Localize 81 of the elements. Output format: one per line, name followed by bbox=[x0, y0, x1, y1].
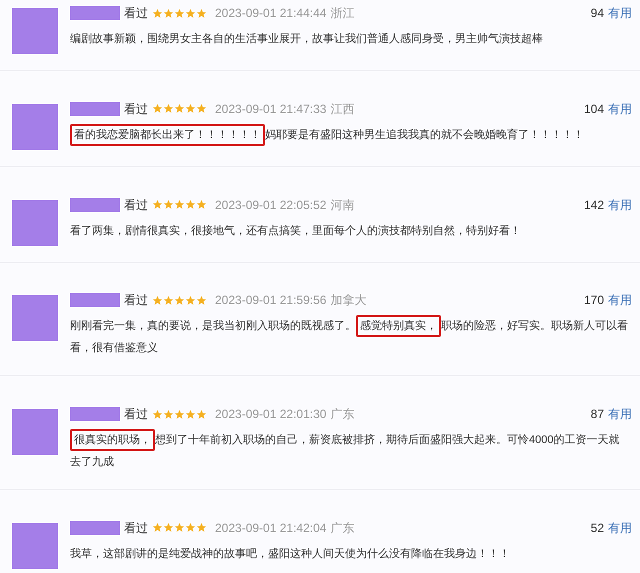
vote-count: 87 bbox=[590, 406, 604, 424]
redaction-block bbox=[70, 293, 120, 308]
star-icon bbox=[174, 103, 185, 114]
redaction-block bbox=[70, 520, 120, 535]
star-icon bbox=[185, 103, 196, 114]
highlight-box: 很真实的职场， bbox=[70, 429, 155, 452]
useful-link[interactable]: 有用 bbox=[608, 518, 632, 537]
review-time: 2023-09-01 21:44:44 bbox=[215, 5, 326, 22]
star-icon bbox=[174, 199, 185, 210]
review-location: 广东 bbox=[330, 520, 354, 537]
review-text: 我草，这部剧讲的是纯爱战神的故事吧，盛阳这种人间天使为什么没有降临在我身边！！！ bbox=[70, 546, 511, 562]
review-text: 看的我恋爱脑都长出来了！！！！！！ 妈耶要是有盛阳这种男生追我我真的就不会晚婚晚育了！！！！！ bbox=[70, 124, 630, 146]
star-icon bbox=[174, 294, 185, 306]
star-icon bbox=[185, 199, 196, 210]
avatar-placeholder bbox=[12, 295, 58, 342]
avatar-placeholder bbox=[12, 8, 58, 54]
vote-count: 94 bbox=[590, 5, 604, 22]
review-location: 广东 bbox=[330, 406, 354, 424]
star-icon bbox=[152, 103, 163, 114]
useful-link[interactable]: 有用 bbox=[608, 291, 632, 310]
star-icon bbox=[152, 522, 163, 534]
star-icon bbox=[152, 8, 163, 18]
review-text: 很真实的职场， 想到了十年前初入职场的自己，薪资底被排挤，期待后面盛阳强大起来。可怜4000的工资一天就去了九成 bbox=[70, 429, 630, 474]
star-icon bbox=[163, 408, 174, 420]
star-icon bbox=[185, 522, 196, 534]
redaction-block bbox=[70, 407, 120, 422]
avatar-placeholder bbox=[12, 409, 58, 456]
highlight-box: 看的我恋爱脑都长出来了！！！！！！ bbox=[70, 124, 265, 146]
useful-link[interactable]: 有用 bbox=[608, 405, 632, 424]
star-icon bbox=[152, 408, 163, 420]
review-text: 看了两集，剧情很真实，很接地气，还有点搞笑，里面每个人的演技都特别自然，特别好看！ bbox=[70, 224, 522, 239]
review-time: 2023-09-01 21:47:33 bbox=[215, 100, 326, 118]
avatar-placeholder bbox=[12, 104, 58, 150]
star-icon bbox=[174, 408, 185, 420]
star-icon bbox=[185, 408, 196, 420]
review-text: 编剧故事新颖，围绕男女主各自的生活事业展开，故事让我们普通人感同身受，男主帅气演技超棒 bbox=[70, 32, 544, 47]
review-location: 江西 bbox=[330, 100, 354, 118]
star-icon bbox=[163, 103, 174, 114]
star-icon bbox=[185, 294, 196, 306]
redaction-block bbox=[70, 102, 120, 116]
review-text: 刚刚看完一集，真的要说，是我当初刚入职场的既视感了。 感觉特别真实， 职场的险恶，好写实。职场新人可以看看，很有借鉴意义 bbox=[70, 315, 630, 360]
vote-count: 170 bbox=[584, 292, 604, 310]
useful-link[interactable]: 有用 bbox=[608, 4, 632, 22]
watched-label: 看过 bbox=[124, 5, 148, 22]
watched-label: 看过 bbox=[124, 292, 148, 310]
useful-link[interactable]: 有用 bbox=[608, 196, 632, 214]
star-icon bbox=[174, 522, 185, 534]
redaction-block bbox=[70, 198, 120, 212]
star-icon bbox=[163, 199, 174, 210]
review-location: 浙江 bbox=[330, 5, 354, 22]
review-time: 2023-09-01 22:01:30 bbox=[215, 406, 326, 424]
review-location: 加拿大 bbox=[330, 292, 366, 310]
useful-link[interactable]: 有用 bbox=[608, 100, 632, 118]
star-icon bbox=[163, 522, 174, 534]
review-location: 河南 bbox=[330, 196, 354, 214]
review-time: 2023-09-01 21:42:04 bbox=[215, 520, 326, 537]
watched-label: 看过 bbox=[124, 520, 148, 537]
star-icon bbox=[174, 8, 185, 18]
vote-count: 104 bbox=[584, 100, 604, 118]
star-icon bbox=[152, 199, 163, 210]
watched-label: 看过 bbox=[124, 406, 148, 424]
star-icon bbox=[152, 294, 163, 306]
star-icon bbox=[196, 199, 207, 210]
star-icon bbox=[196, 8, 207, 18]
star-icon bbox=[196, 103, 207, 114]
watched-label: 看过 bbox=[124, 196, 148, 214]
review-time: 2023-09-01 22:05:52 bbox=[215, 196, 326, 214]
avatar-placeholder bbox=[12, 522, 58, 569]
star-icon bbox=[196, 294, 207, 306]
review-time: 2023-09-01 21:59:56 bbox=[215, 292, 326, 310]
highlight-box: 感觉特别真实， bbox=[356, 315, 441, 338]
avatar-placeholder bbox=[12, 200, 58, 246]
redaction-block bbox=[70, 6, 120, 20]
star-icon bbox=[196, 522, 207, 534]
star-icon bbox=[196, 408, 207, 420]
star-icon bbox=[185, 8, 196, 18]
vote-count: 142 bbox=[584, 196, 604, 214]
vote-count: 52 bbox=[590, 520, 604, 537]
star-icon bbox=[163, 8, 174, 18]
watched-label: 看过 bbox=[124, 100, 148, 118]
star-icon bbox=[163, 294, 174, 306]
